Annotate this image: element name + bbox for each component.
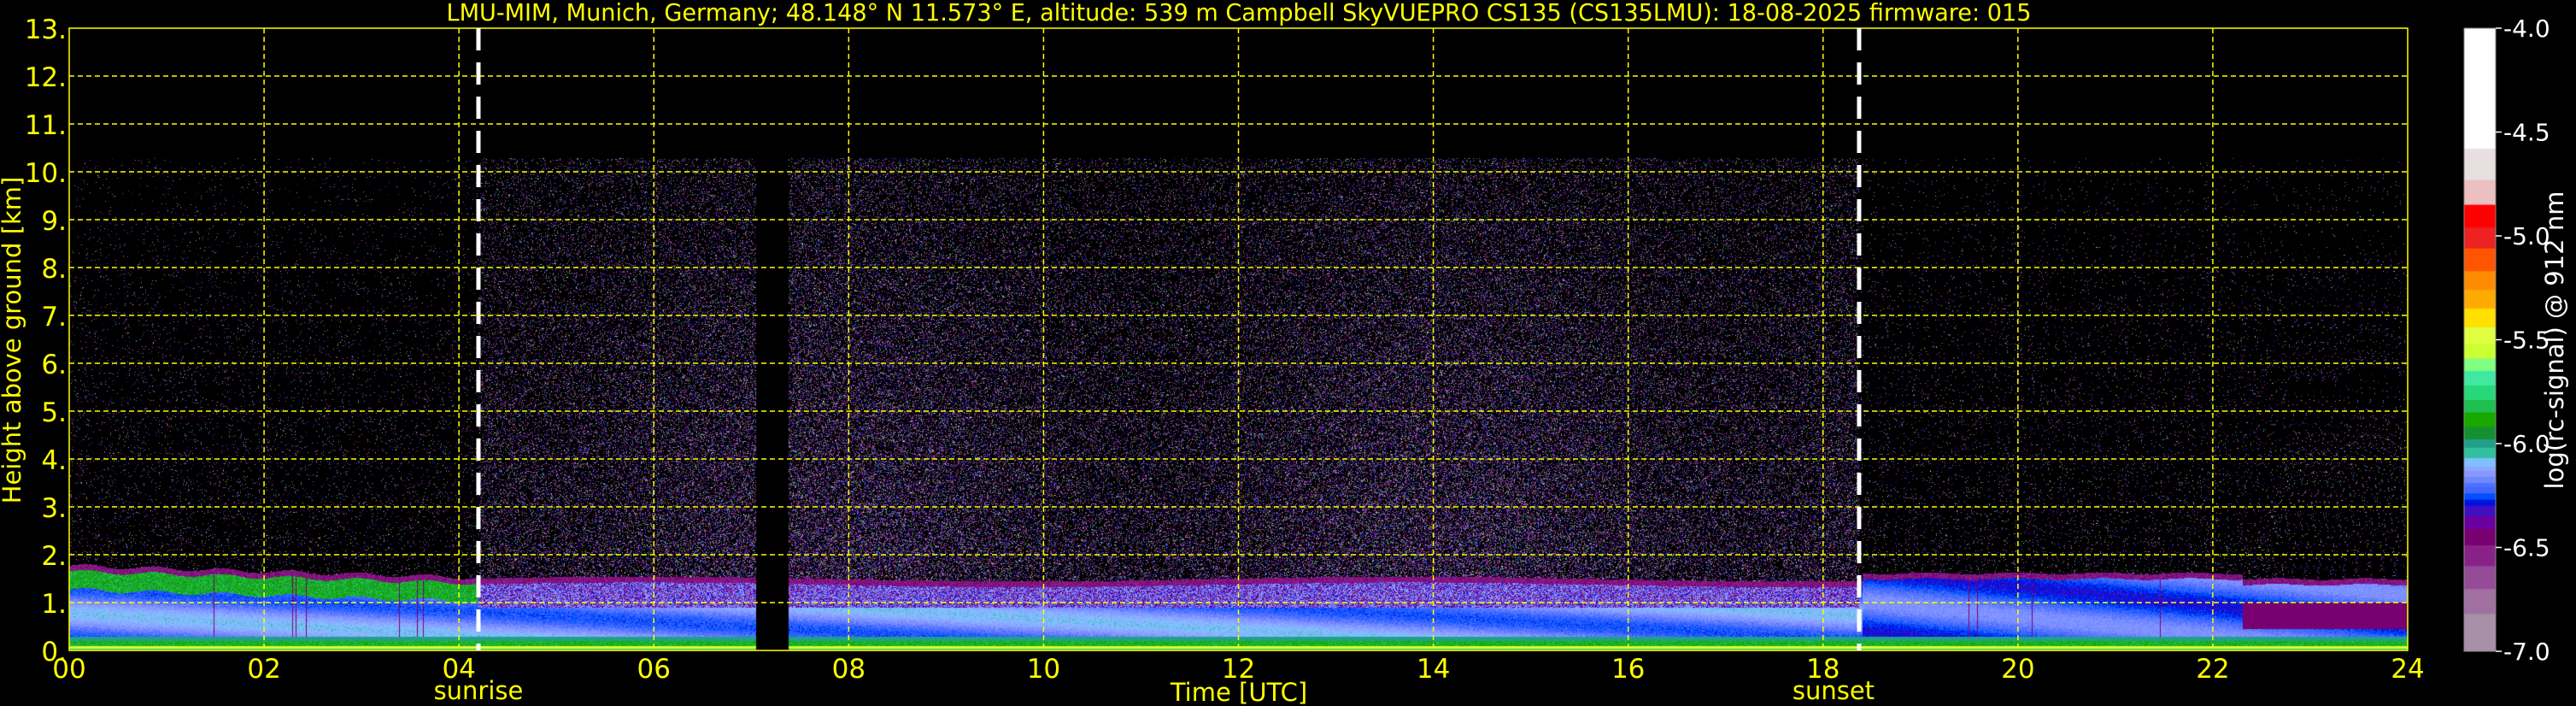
y-tick-label: 10. bbox=[25, 158, 67, 189]
x-tick-label: 06 bbox=[637, 654, 671, 685]
x-tick-label: 02 bbox=[247, 654, 280, 685]
colorbar-tick-label: -4.5 bbox=[2503, 119, 2550, 147]
colorbar-frame bbox=[2463, 27, 2497, 652]
x-tick-label: 14 bbox=[1417, 654, 1450, 685]
axis-ticks: 00 02 04 06 08 10 12 14 16 18 20 22 240.1.2.3.4.5.6.… bbox=[25, 15, 2425, 685]
sunrise-label: sunrise bbox=[434, 676, 524, 705]
y-tick-label: 11. bbox=[25, 110, 67, 141]
y-tick-label: 3. bbox=[41, 493, 67, 524]
y-tick-label: 4. bbox=[41, 445, 67, 476]
x-tick-label: 16 bbox=[1611, 654, 1645, 685]
plot-overlay: 00 02 04 06 08 10 12 14 16 18 20 22 240.1.2.3.4.5.6.… bbox=[0, 0, 2569, 706]
ceilometer-backscatter-plot: 00 02 04 06 08 10 12 14 16 18 20 22 24 0. 1. 2. 3. 4. 5. 6.… bbox=[0, 0, 2576, 706]
x-axis-label: Time [UTC] bbox=[1170, 678, 1307, 706]
chart-title: LMU-MIM, Munich, Germany; 48.148° N 11.5… bbox=[447, 0, 2032, 26]
y-tick-label: 9. bbox=[41, 206, 67, 237]
y-tick-label: 1. bbox=[41, 589, 67, 620]
colorbar-tick-label: -6.5 bbox=[2503, 534, 2550, 562]
sunset-label: sunset bbox=[1793, 676, 1875, 705]
colorbar-label: log(rc-signal) @ 912 nm bbox=[2540, 191, 2569, 490]
x-tick-label: 10 bbox=[1027, 654, 1060, 685]
x-tick-label: 20 bbox=[2001, 654, 2034, 685]
y-tick-label: 7. bbox=[41, 302, 67, 332]
sun-markers bbox=[476, 28, 1862, 650]
y-tick-label: 8. bbox=[41, 254, 67, 285]
x-tick-label: 08 bbox=[832, 654, 866, 685]
colorbar-tick-label: -7.0 bbox=[2503, 638, 2550, 666]
colorbar-ticks: -4.0-4.5-5.0-5.5-6.0-6.5-7.0 bbox=[2463, 15, 2550, 666]
y-tick-label: 6. bbox=[41, 350, 67, 380]
y-tick-label: 2. bbox=[41, 541, 67, 572]
y-axis-label: Height above ground [km] bbox=[0, 177, 26, 504]
grid-lines bbox=[68, 27, 2409, 651]
y-tick-label: 0. bbox=[41, 637, 67, 668]
y-tick-label: 5. bbox=[41, 397, 67, 428]
colorbar-tick-label: -4.0 bbox=[2503, 15, 2550, 43]
y-tick-label: 12. bbox=[25, 62, 67, 93]
x-tick-label: 24 bbox=[2391, 654, 2424, 685]
y-tick-label: 13. bbox=[25, 15, 67, 45]
x-tick-label: 22 bbox=[2196, 654, 2229, 685]
